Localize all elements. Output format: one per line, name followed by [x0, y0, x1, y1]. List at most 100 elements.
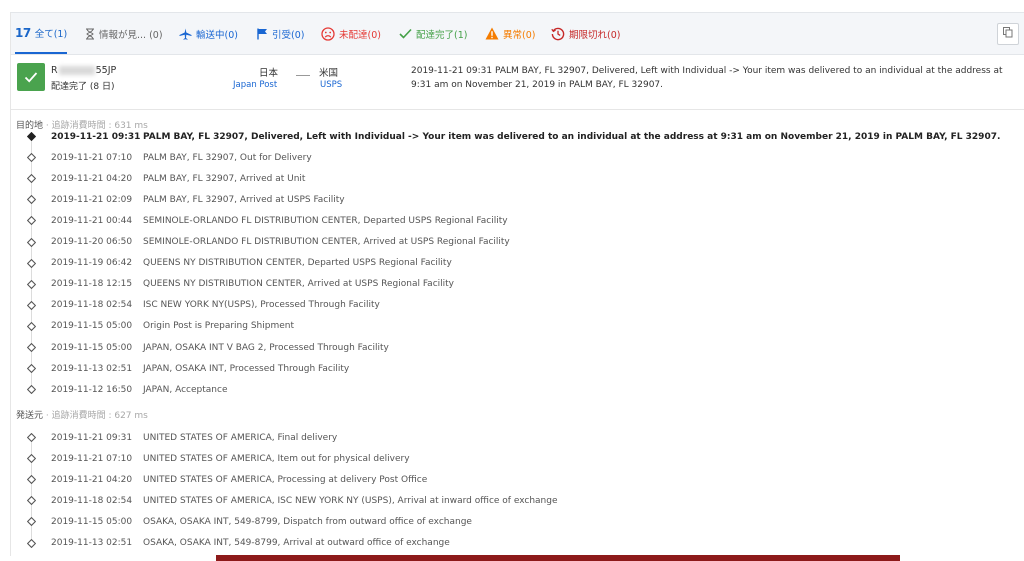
timeline-event: 2019-11-21 02:09 PALM BAY, FL 32907, Arri… [11, 189, 1024, 218]
timeline-event: 2019-11-18 12:15 QUEENS NY DISTRIBUTION C… [11, 274, 1024, 302]
event-description: QUEENS NY DISTRIBUTION CENTER, Departed … [143, 258, 452, 269]
tab-expired[interactable]: 期限切れ(0) [551, 13, 620, 54]
timeline-event: 2019-11-21 07:10 UNITED STATES OF AMERICA… [11, 448, 1024, 477]
diamond-icon [26, 496, 37, 506]
tab-accepted-label: 引受(0) [272, 29, 305, 41]
tab-exception[interactable]: 異常(0) [485, 13, 535, 54]
event-time: 2019-11-21 00:44 [51, 215, 133, 226]
event-time: 2019-11-15 05:00 [51, 321, 133, 332]
tracking-number[interactable]: R 55JP [51, 65, 116, 76]
event-time: 2019-11-21 04:20 [51, 173, 133, 184]
event-time: 2019-11-13 02:51 [51, 363, 133, 374]
timeline-event: 2019-11-21 04:20 UNITED STATES OF AMERICA… [11, 469, 1024, 498]
event-time: 2019-11-13 02:51 [51, 538, 133, 548]
tab-delivered-label: 配達完了(1) [416, 29, 468, 41]
event-description: UNITED STATES OF AMERICA, ISC NEW YORK N… [143, 495, 558, 506]
tab-in-transit-label: 輸送中(0) [196, 29, 238, 41]
event-time: 2019-11-21 07:10 [51, 152, 133, 163]
tracking-prefix: R [51, 65, 58, 76]
timeline-event: 2019-11-15 05:00 Origin Post is Preparing… [11, 316, 1024, 344]
delivered-status-icon [17, 63, 45, 91]
copy-button[interactable] [997, 23, 1019, 45]
event-description: UNITED STATES OF AMERICA, Final delivery [143, 432, 338, 443]
event-time: 2019-11-18 02:54 [51, 300, 133, 311]
event-description: PALM BAY, FL 32907, Arrived at Unit [143, 173, 306, 184]
event-time: 2019-11-18 02:54 [51, 495, 133, 506]
event-time: 2019-11-15 05:00 [51, 516, 133, 527]
latest-event: 2019-11-21 09:31 PALM BAY, FL 32907, Del… [411, 66, 1003, 90]
tab-all-label: 全て(1) [34, 28, 68, 40]
event-description: JAPAN, OSAKA INT, Processed Through Faci… [143, 363, 350, 374]
diamond-icon [26, 432, 37, 443]
filled-diamond-icon [26, 131, 37, 142]
destination-carrier-link[interactable]: USPS [320, 80, 342, 90]
tab-delivered[interactable]: 配達完了(1) [399, 13, 467, 54]
event-time: 2019-11-18 12:15 [51, 279, 133, 290]
event-description: PALM BAY, FL 32907, Delivered, Left with… [143, 131, 1001, 142]
timeline-event: 2019-11-15 05:00 JAPAN, OSAKA INT V BAG 2… [11, 337, 1024, 365]
event-description: UNITED STATES OF AMERICA, Item out for p… [143, 453, 410, 464]
diamond-icon [26, 538, 37, 548]
event-description: PALM BAY, FL 32907, Arrived at USPS Faci… [143, 194, 345, 205]
event-time: 2019-11-21 02:09 [51, 194, 133, 205]
timeline-event: 2019-11-15 05:00 OSAKA, OSAKA INT, 549-87… [11, 511, 1024, 540]
timeline-event: 2019-11-21 00:44 SEMINOLE-ORLANDO FL DIST… [11, 210, 1024, 239]
timeline-event: 2019-11-13 02:51 OSAKA, OSAKA INT, 549-87… [11, 533, 1024, 554]
timeline-event: 2019-11-18 02:54 UNITED STATES OF AMERICA… [11, 490, 1024, 519]
delivery-status: 配達完了 (8 日) [51, 82, 115, 92]
airplane-icon [179, 28, 192, 40]
redacted-digits [58, 66, 95, 75]
timeline-event: 2019-11-12 16:50 JAPAN, Acceptance [11, 379, 1024, 400]
event-description: UNITED STATES OF AMERICA, Processing at … [143, 474, 428, 485]
event-time: 2019-11-21 09:31 [51, 131, 141, 142]
tab-undelivered-label: 未配達(0) [339, 29, 381, 41]
bottom-banner-strip [216, 555, 900, 561]
tab-in-transit[interactable]: 輸送中(0) [179, 13, 238, 54]
event-description: QUEENS NY DISTRIBUTION CENTER, Arrived a… [143, 279, 454, 290]
status-tab-bar: 17 全て(1) 情報が見... (0) 輸送中(0) 引受(0) 未配達(0)… [11, 13, 1024, 55]
timeline-event: 2019-11-21 09:31 PALM BAY, FL 32907, Deli… [11, 126, 1024, 154]
timeline-event: 2019-11-13 02:51 JAPAN, OSAKA INT, Proces… [11, 358, 1024, 387]
event-time: 2019-11-21 09:31 [51, 432, 133, 443]
tab-info-unavailable[interactable]: 情報が見... (0) [85, 13, 163, 54]
tab-undelivered[interactable]: 未配達(0) [321, 13, 381, 54]
tab-info-unavailable-label: 情報が見... (0) [99, 29, 163, 41]
event-description: Origin Post is Preparing Shipment [143, 321, 294, 332]
event-time: 2019-11-21 07:10 [51, 453, 133, 464]
expired-clock-icon [551, 27, 565, 41]
hourglass-icon [85, 28, 95, 40]
sad-face-icon [321, 26, 335, 41]
timeline-event: 2019-11-21 09:31 UNITED STATES OF AMERICA… [11, 427, 1024, 455]
diamond-icon [26, 453, 37, 464]
event-description: JAPAN, Acceptance [143, 384, 228, 395]
timeline-event: 2019-11-19 06:42 QUEENS NY DISTRIBUTION C… [11, 253, 1024, 281]
diamond-icon [26, 195, 37, 205]
timeline-event: 2019-11-18 02:54 ISC NEW YORK NY(USPS), P… [11, 295, 1024, 323]
event-time: 2019-11-19 06:42 [51, 258, 133, 269]
diamond-icon [26, 237, 37, 247]
diamond-icon [26, 258, 37, 268]
diamond-icon [26, 300, 37, 310]
diamond-icon [26, 279, 37, 289]
copy-icon [1003, 27, 1013, 41]
origin-title: 発送元 [16, 411, 44, 421]
timeline-event: 2019-11-21 07:10 PALM BAY, FL 32907, Out … [11, 147, 1024, 176]
shipment-summary[interactable]: R 55JP 配達完了 (8 日) 日本 米国 Japan Post USPS 2… [11, 55, 1024, 110]
event-description: OSAKA, OSAKA INT, 549-8799, Arrival at o… [143, 538, 450, 548]
origin-section-header: 発送元 · 追跡消費時間 : 627 ms [16, 408, 148, 421]
diamond-icon [26, 216, 37, 226]
event-time: 2019-11-15 05:00 [51, 342, 133, 353]
tab-expired-label: 期限切れ(0) [569, 29, 621, 41]
event-time: 2019-11-12 16:50 [51, 384, 133, 395]
tracking-page: 17 全て(1) 情報が見... (0) 輸送中(0) 引受(0) 未配達(0)… [10, 12, 1024, 556]
warning-icon [485, 27, 499, 40]
event-description: SEMINOLE-ORLANDO FL DISTRIBUTION CENTER,… [143, 215, 508, 226]
origin-carrier-link[interactable]: Japan Post [233, 80, 277, 90]
event-description: SEMINOLE-ORLANDO FL DISTRIBUTION CENTER,… [143, 237, 510, 247]
flag-icon [257, 28, 268, 40]
check-icon [399, 28, 412, 39]
tab-accepted[interactable]: 引受(0) [257, 13, 304, 54]
event-description: JAPAN, OSAKA INT V BAG 2, Processed Thro… [143, 342, 389, 353]
tab-all[interactable]: 17 全て(1) [15, 13, 68, 54]
tracking-suffix: 55JP [95, 65, 117, 76]
